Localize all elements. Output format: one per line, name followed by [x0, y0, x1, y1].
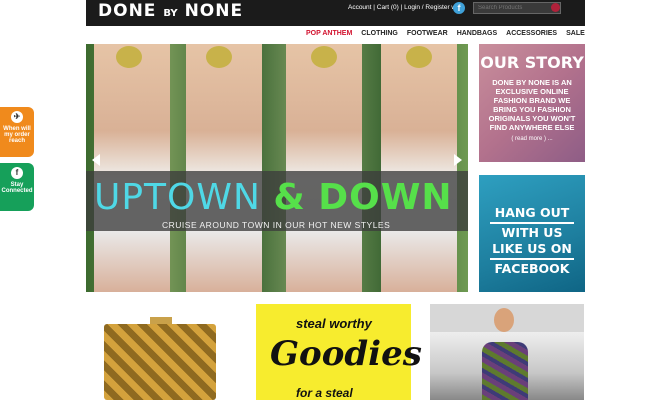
model-image — [286, 44, 362, 292]
nav-item-footwear[interactable]: FOOTWEAR — [407, 30, 448, 42]
hero-title: UPTOWN & DOWN — [94, 177, 453, 218]
divider — [490, 258, 574, 260]
stay-connected-tab[interactable]: f Stay Connected — [0, 163, 34, 211]
fb-promo-line: LIKE US ON — [492, 241, 572, 256]
order-status-tab[interactable]: ✈ When will my order reach — [0, 107, 34, 157]
search-icon[interactable] — [551, 3, 560, 12]
nav-item-pop-anthem[interactable]: POP ANTHEM — [306, 30, 352, 42]
promo-steal-text: steal worthy — [296, 316, 372, 331]
facebook-icon[interactable]: f — [453, 2, 465, 14]
story-body: DONE BY NONE IS AN EXCLUSIVE ONLINE FASH… — [488, 78, 576, 132]
nav-item-accessories[interactable]: ACCESSORIES — [506, 30, 557, 42]
clutch-image — [104, 324, 216, 400]
nav-item-clothing[interactable]: CLOTHING — [361, 30, 398, 42]
hero-subtitle: CRUISE AROUND TOWN IN OUR HOT NEW STYLES — [162, 220, 391, 230]
plane-icon: ✈ — [11, 111, 23, 123]
model-image — [186, 44, 262, 292]
model-head-image — [494, 308, 514, 332]
nav-item-sale[interactable]: SALE — [566, 30, 585, 42]
product-tile-dress[interactable] — [430, 304, 584, 400]
pineapple-image — [206, 46, 232, 68]
pineapple-image — [406, 46, 432, 68]
facebook-promo-panel[interactable]: HANG OUT WITH US LIKE US ON FACEBOOK — [479, 175, 585, 292]
pineapple-image — [311, 46, 337, 68]
site-logo[interactable]: DONE BY NONE — [98, 1, 243, 21]
story-heading: OUR STORY — [480, 53, 584, 72]
product-tile-goodies[interactable]: steal worthy Goodies for a steal — [256, 304, 422, 400]
model-image — [381, 44, 457, 292]
fb-promo-line: WITH US — [501, 225, 563, 240]
read-more-link[interactable]: ( read more ) ... — [479, 136, 585, 142]
account-links[interactable]: Account | Cart (0) | Login / Register wi… — [348, 4, 463, 11]
nav-item-handbags[interactable]: HANDBAGS — [457, 30, 497, 42]
dress-image — [482, 342, 528, 400]
promo-for-steal-text: for a steal — [296, 386, 353, 400]
main-nav: POP ANTHEM CLOTHING FOOTWEAR HANDBAGS AC… — [306, 30, 585, 42]
pineapple-image — [116, 46, 142, 68]
model-image — [94, 44, 170, 292]
our-story-panel: OUR STORY DONE BY NONE IS AN EXCLUSIVE O… — [479, 44, 585, 162]
divider — [490, 222, 574, 224]
slider-next-icon[interactable] — [454, 154, 462, 166]
top-bar: DONE BY NONE Account | Cart (0) | Login … — [86, 0, 585, 26]
search-input[interactable] — [473, 2, 561, 14]
fb-promo-line: FACEBOOK — [494, 261, 570, 276]
hero-banner[interactable]: UPTOWN & DOWN CRUISE AROUND TOWN IN OUR … — [86, 44, 468, 292]
product-tile-clutch[interactable] — [86, 304, 248, 400]
fb-twitter-icon: f — [11, 167, 23, 179]
slider-prev-icon[interactable] — [92, 154, 100, 166]
fb-promo-line: HANG OUT — [494, 205, 570, 220]
promo-goodies-text: Goodies — [270, 334, 422, 374]
